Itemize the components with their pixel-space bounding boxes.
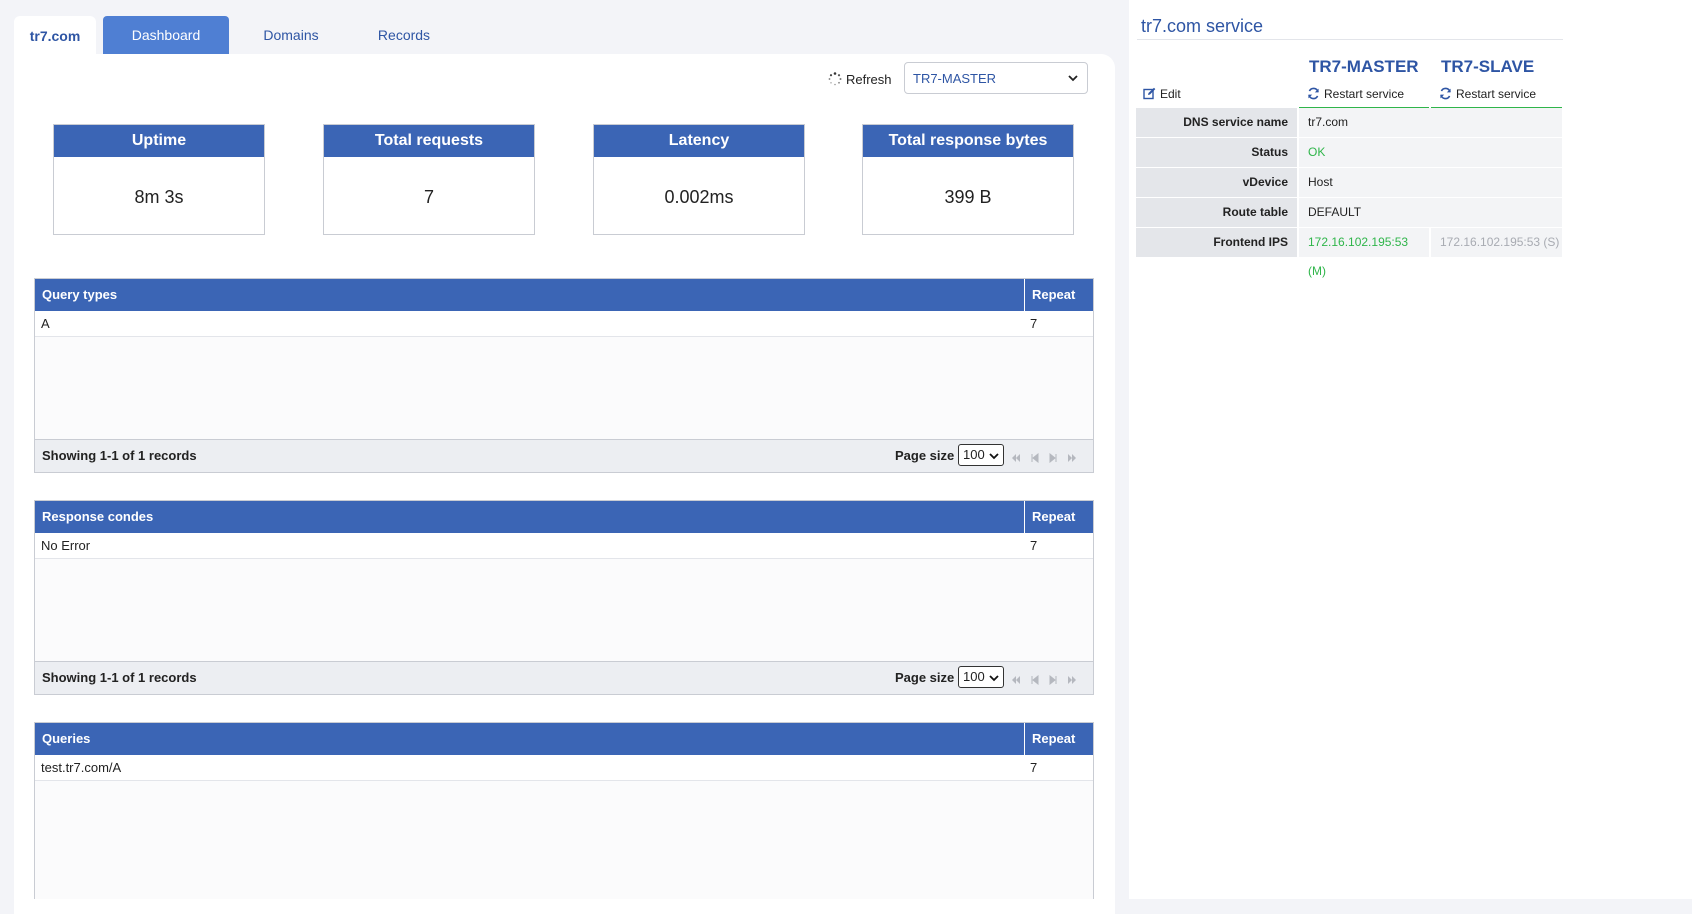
slave-node-name: TR7-SLAVE [1441, 57, 1535, 76]
refresh-label: Refresh [846, 72, 892, 87]
prop-status: Status OK [1136, 138, 1562, 167]
column-header-repeat[interactable]: Repeat [1024, 723, 1088, 755]
next-page-icon[interactable] [1048, 453, 1058, 463]
cell-repeat: 7 [1030, 316, 1038, 331]
prop-value: tr7.com [1299, 108, 1562, 137]
prev-page-icon[interactable] [1030, 675, 1040, 685]
stat-card-latency: Latency 0.002ms [593, 124, 805, 235]
stat-label: Uptime [54, 125, 264, 157]
cell-repeat: 7 [1030, 760, 1038, 775]
tab-records[interactable]: Records [364, 16, 444, 54]
stat-card-total-response-bytes: Total response bytes 399 B [862, 124, 1074, 235]
prop-label: Frontend IPS [1136, 228, 1297, 257]
next-page-icon[interactable] [1048, 675, 1058, 685]
restart-slave-button[interactable]: Restart service [1439, 87, 1536, 101]
prop-value: Host [1299, 168, 1562, 197]
column-header-name[interactable]: Queries [42, 723, 90, 755]
prop-label: Status [1136, 138, 1297, 167]
tab-brand[interactable]: tr7.com [14, 16, 96, 56]
stat-value: 8m 3s [134, 187, 184, 207]
stat-card-uptime: Uptime 8m 3s [53, 124, 265, 235]
cell-repeat: 7 [1030, 538, 1038, 553]
stat-card-total-requests: Total requests 7 [323, 124, 535, 235]
prop-vdevice: vDevice Host [1136, 168, 1562, 197]
table-body: No Error 7 [35, 533, 1093, 661]
edit-label: Edit [1160, 87, 1181, 101]
prop-dns-service-name: DNS service name tr7.com [1136, 108, 1562, 137]
refresh-button[interactable]: Refresh [828, 70, 892, 90]
table-header: Response condes Repeat [35, 501, 1093, 533]
prop-label: Route table [1136, 198, 1297, 227]
stat-label: Latency [594, 125, 804, 157]
cell-name: No Error [41, 538, 91, 553]
queries-table: Queries Repeat test.tr7.com/A 7 [34, 722, 1094, 899]
frontend-ip-master: 172.16.102.195:53 (M) [1299, 228, 1429, 278]
records-count: Showing 1-1 of 1 records [42, 448, 197, 463]
refresh-icon [1308, 87, 1319, 100]
page-size-select[interactable]: 100 [958, 444, 1004, 466]
prop-value: DEFAULT [1299, 198, 1562, 227]
stat-value: 7 [423, 187, 434, 207]
last-page-icon[interactable] [1067, 453, 1077, 463]
service-title: tr7.com service [1141, 16, 1264, 36]
page-size-label: Page size : [895, 448, 963, 463]
refresh-icon [1440, 87, 1451, 100]
cell-name: test.tr7.com/A [41, 760, 122, 775]
title-divider [1137, 39, 1563, 40]
stat-value: 399 B [944, 187, 992, 207]
service-sidebar: tr7.com service TR7-MASTER TR7-SLAVE Edi… [1129, 0, 1692, 899]
chevron-down-icon [989, 453, 999, 460]
page-size-value: 100 [963, 669, 985, 684]
page-size-label: Page size : [895, 670, 963, 685]
master-node-name: TR7-MASTER [1309, 57, 1419, 76]
cell-name: A [41, 316, 50, 331]
stat-label: Total requests [324, 125, 534, 157]
stat-label: Total response bytes [863, 125, 1073, 157]
table-row[interactable]: test.tr7.com/A 7 [35, 755, 1093, 781]
table-header: Queries Repeat [35, 723, 1093, 755]
prop-label: vDevice [1136, 168, 1297, 197]
table-row[interactable]: A 7 [35, 311, 1093, 337]
edit-icon [1143, 87, 1156, 100]
node-select[interactable]: TR7-MASTER [904, 62, 1088, 94]
frontend-ip-slave: 172.16.102.195:53 (S) [1431, 228, 1562, 257]
node-select-value: TR7-MASTER [913, 71, 997, 86]
pager [1011, 673, 1082, 685]
table-footer: Showing 1-1 of 1 records Page size : 100 [35, 439, 1093, 472]
column-header-name[interactable]: Response condes [42, 501, 153, 533]
restart-label: Restart service [1456, 87, 1537, 101]
tab-dashboard[interactable]: Dashboard [103, 16, 229, 54]
prop-route-table: Route table DEFAULT [1136, 198, 1562, 227]
column-header-name[interactable]: Query types [42, 279, 117, 311]
table-header: Query types Repeat [35, 279, 1093, 311]
page-size-value: 100 [963, 447, 985, 462]
prop-frontend-ips: Frontend IPS 172.16.102.195:53 (M) 172.1… [1136, 228, 1562, 278]
prev-page-icon[interactable] [1030, 453, 1040, 463]
page-size-select[interactable]: 100 [958, 666, 1004, 688]
stat-value: 0.002ms [664, 187, 734, 207]
query-types-table: Query types Repeat A 7 Showing 1-1 of 1 … [34, 278, 1094, 473]
records-count: Showing 1-1 of 1 records [42, 670, 197, 685]
prop-label: DNS service name [1136, 108, 1297, 137]
table-body: A 7 [35, 311, 1093, 439]
spinner-icon [828, 72, 842, 86]
status-badge: OK [1299, 138, 1562, 167]
response-codes-table: Response condes Repeat No Error 7 Showin… [34, 500, 1094, 695]
restart-label: Restart service [1324, 87, 1405, 101]
restart-master-button[interactable]: Restart service [1307, 87, 1404, 101]
table-row[interactable]: No Error 7 [35, 533, 1093, 559]
last-page-icon[interactable] [1067, 675, 1077, 685]
column-header-repeat[interactable]: Repeat [1024, 279, 1088, 311]
pager [1011, 451, 1082, 463]
table-footer: Showing 1-1 of 1 records Page size : 100 [35, 661, 1093, 694]
first-page-icon[interactable] [1011, 675, 1021, 685]
table-body: test.tr7.com/A 7 [35, 755, 1093, 899]
tab-domains[interactable]: Domains [246, 16, 336, 54]
edit-button[interactable]: Edit [1143, 87, 1181, 101]
first-page-icon[interactable] [1011, 453, 1021, 463]
chevron-down-icon [989, 675, 999, 682]
column-header-repeat[interactable]: Repeat [1024, 501, 1088, 533]
chevron-down-icon [1068, 75, 1078, 82]
